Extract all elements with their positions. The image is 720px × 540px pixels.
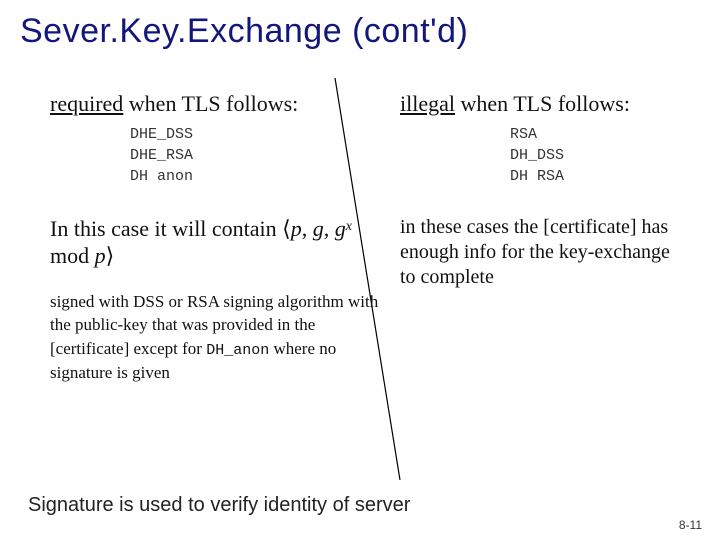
- illegal-word: illegal: [400, 91, 455, 116]
- dh-anon-mono: DH_anon: [206, 342, 269, 359]
- left-case-intro: In this case it will contain ⟨p, g, gx m…: [50, 215, 380, 270]
- slide: Sever.Key.Exchange (cont'd) required whe…: [0, 0, 720, 540]
- page-number: 8-11: [679, 518, 702, 532]
- required-word: required: [50, 91, 123, 116]
- left-cipher-list: DHE_DSS DHE_RSA DH anon: [50, 118, 380, 187]
- content-area: required when TLS follows: DHE_DSS DHE_R…: [50, 90, 680, 480]
- left-header: required when TLS follows:: [50, 90, 380, 118]
- left-header-rest: when TLS follows:: [123, 91, 298, 116]
- case-intro-text: In this case it will contain: [50, 216, 282, 241]
- right-column: illegal when TLS follows: RSA DH_DSS DH …: [400, 90, 670, 290]
- left-column: required when TLS follows: DHE_DSS DHE_R…: [50, 90, 380, 385]
- right-header: illegal when TLS follows:: [400, 90, 670, 118]
- signed-block: signed with DSS or RSA signing algorithm…: [50, 290, 380, 385]
- page-title: Sever.Key.Exchange (cont'd): [20, 12, 468, 51]
- bottom-caption: Signature is used to verify identity of …: [28, 494, 410, 517]
- right-cipher-list: RSA DH_DSS DH RSA: [400, 118, 670, 187]
- right-note: in these cases the [certificate] has eno…: [400, 215, 670, 290]
- right-header-rest: when TLS follows:: [455, 91, 630, 116]
